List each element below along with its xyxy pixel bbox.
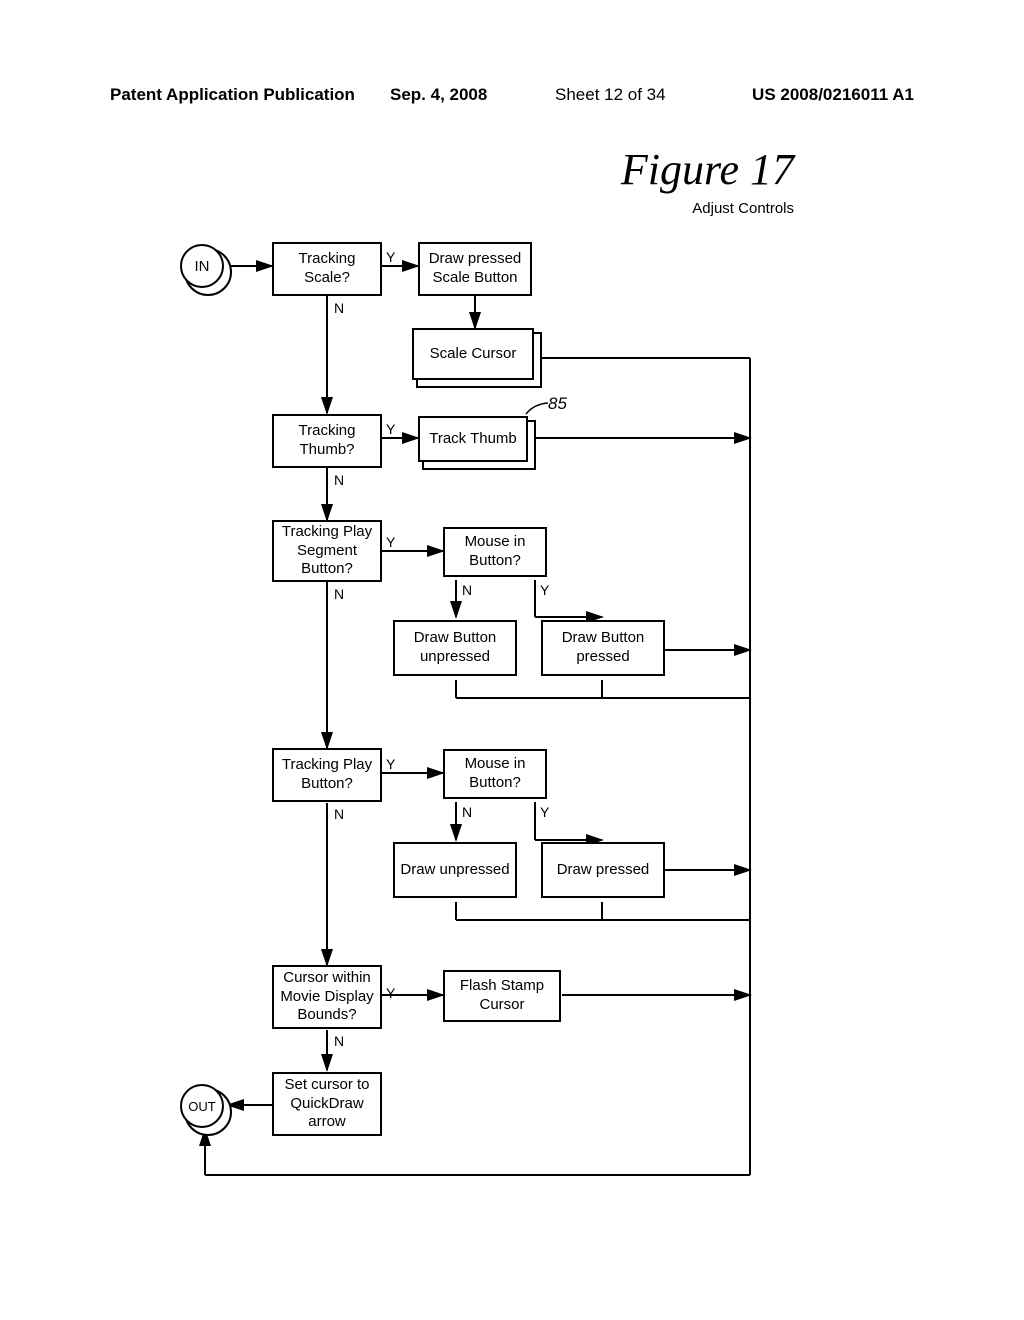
- label-y: Y: [540, 804, 549, 820]
- decision-mouse-in-button-2: Mouse in Button?: [443, 749, 547, 799]
- label-n: N: [462, 804, 472, 820]
- process-draw-unpressed-2: Draw unpressed: [393, 842, 517, 898]
- process-set-cursor-quickdraw: Set cursor to QuickDraw arrow: [272, 1072, 382, 1136]
- in-terminator: IN: [180, 244, 224, 288]
- out-terminator: OUT: [180, 1084, 224, 1128]
- decision-tracking-play: Tracking Play Button?: [272, 748, 382, 802]
- decision-tracking-play-segment: Tracking Play Segment Button?: [272, 520, 382, 582]
- decision-tracking-scale: Tracking Scale?: [272, 242, 382, 296]
- process-draw-pressed-scale: Draw pressed Scale Button: [418, 242, 532, 296]
- label-n: N: [334, 1033, 344, 1049]
- label-n: N: [334, 586, 344, 602]
- label-y: Y: [386, 421, 395, 437]
- process-draw-button-unpressed-1: Draw Button unpressed: [393, 620, 517, 676]
- decision-mouse-in-button-1: Mouse in Button?: [443, 527, 547, 577]
- label-n: N: [462, 582, 472, 598]
- ref-85: 85: [548, 394, 567, 414]
- sub-track-thumb: Track Thumb: [418, 416, 528, 462]
- decision-tracking-thumb: Tracking Thumb?: [272, 414, 382, 468]
- label-y: Y: [386, 534, 395, 550]
- label-y: Y: [386, 756, 395, 772]
- label-y: Y: [386, 985, 395, 1001]
- sub-scale-cursor: Scale Cursor: [412, 328, 534, 380]
- label-y: Y: [540, 582, 549, 598]
- label-n: N: [334, 472, 344, 488]
- process-draw-button-pressed-1: Draw Button pressed: [541, 620, 665, 676]
- page: Patent Application Publication Sep. 4, 2…: [0, 0, 1024, 1320]
- decision-cursor-within-bounds: Cursor within Movie Display Bounds?: [272, 965, 382, 1029]
- label-n: N: [334, 300, 344, 316]
- label-y: Y: [386, 249, 395, 265]
- process-flash-stamp-cursor: Flash Stamp Cursor: [443, 970, 561, 1022]
- process-draw-pressed-2: Draw pressed: [541, 842, 665, 898]
- label-n: N: [334, 806, 344, 822]
